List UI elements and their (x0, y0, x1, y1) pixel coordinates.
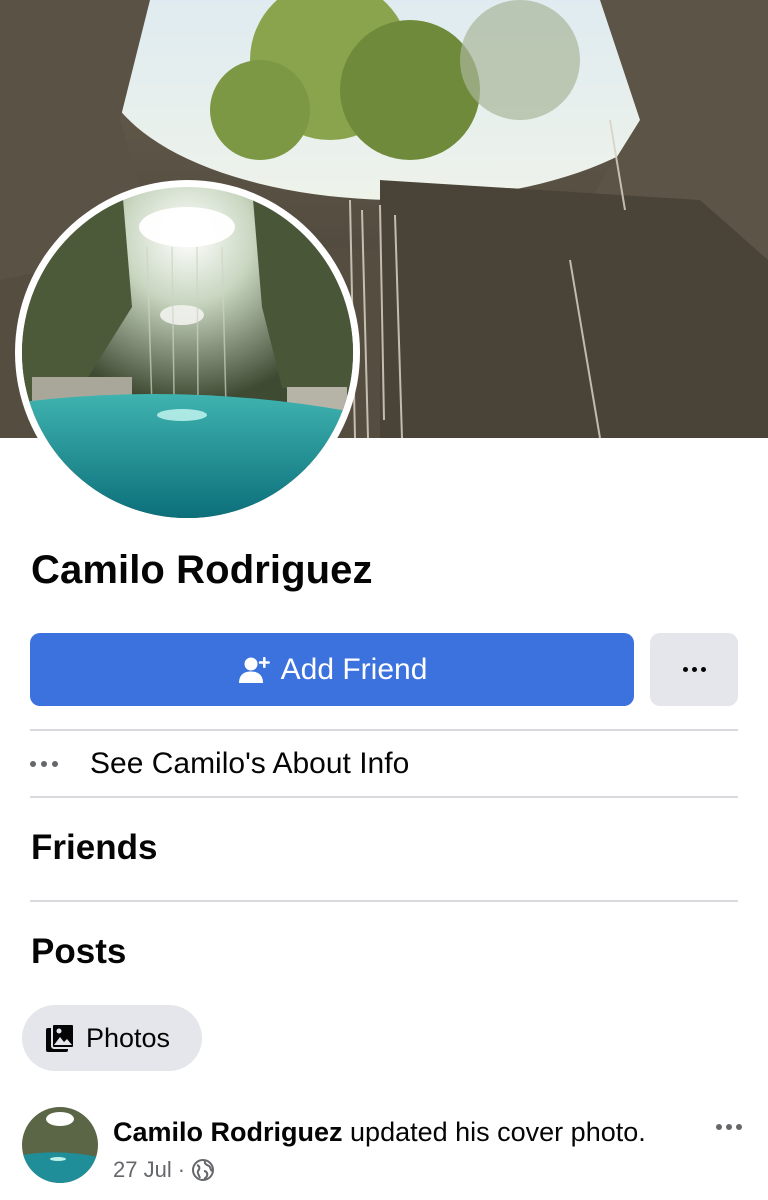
add-person-icon (238, 656, 270, 683)
posts-section-title: Posts (31, 932, 127, 971)
photos-chip[interactable]: Photos (22, 1005, 202, 1071)
post-author-avatar[interactable] (22, 1107, 98, 1183)
globe-icon (192, 1159, 215, 1181)
more-options-button[interactable] (650, 633, 738, 706)
divider (30, 729, 738, 731)
divider (30, 900, 738, 902)
more-dots-icon (682, 667, 706, 672)
add-friend-button[interactable]: Add Friend (30, 633, 634, 706)
post-meta: 27 Jul · (113, 1157, 215, 1183)
post-headline: Camilo Rodriguez updated his cover photo… (113, 1117, 646, 1148)
avatar-image (22, 1107, 98, 1183)
about-info-label: See Camilo's About Info (90, 747, 410, 780)
about-info-link[interactable]: See Camilo's About Info (30, 732, 409, 796)
add-friend-label: Add Friend (280, 652, 428, 686)
post-action-text: updated his cover photo. (350, 1117, 646, 1147)
profile-name: Camilo Rodriguez (31, 548, 373, 592)
divider (30, 796, 738, 798)
post-options-button[interactable] (716, 1124, 742, 1130)
post-date[interactable]: 27 Jul (113, 1157, 172, 1183)
post-author-name[interactable]: Camilo Rodriguez (113, 1117, 343, 1147)
profile-picture[interactable] (15, 180, 360, 525)
photos-icon (46, 1023, 75, 1052)
meta-separator: · (177, 1157, 186, 1182)
more-dots-icon (30, 761, 64, 767)
profile-picture-image (22, 187, 353, 518)
photos-chip-label: Photos (86, 1022, 171, 1053)
friends-section-title: Friends (31, 828, 158, 867)
